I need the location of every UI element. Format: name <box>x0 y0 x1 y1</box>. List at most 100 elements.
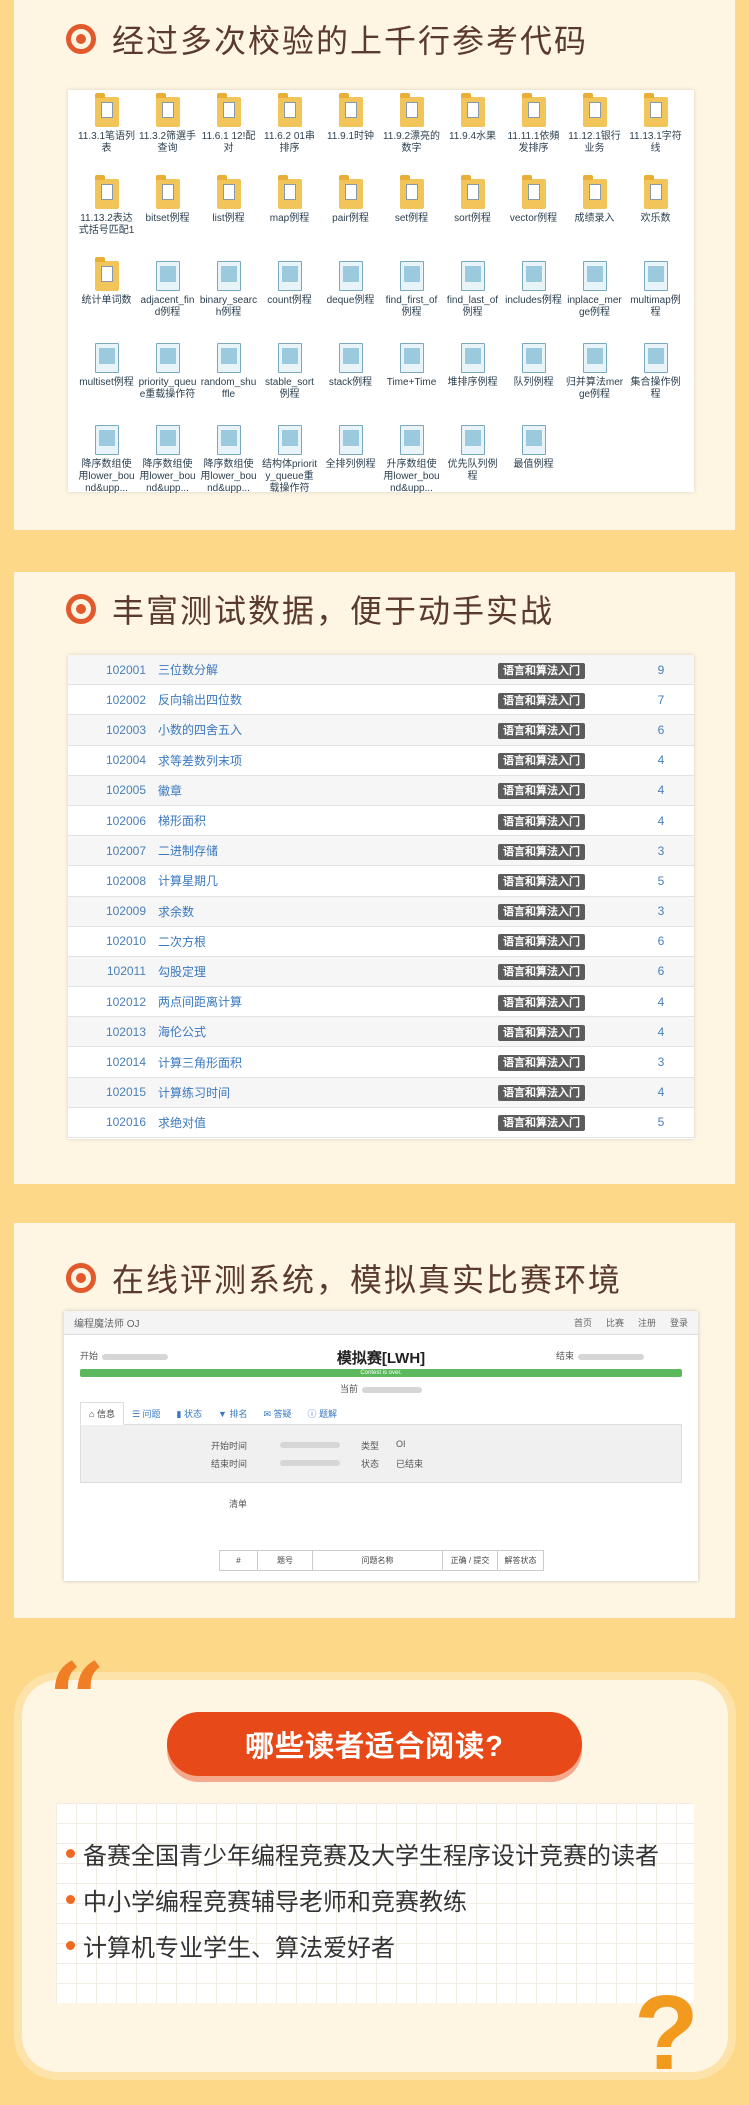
tag-badge[interactable]: 语言和算法入门 <box>498 964 585 981</box>
problem-id[interactable]: 102003 <box>68 723 158 737</box>
tag-badge[interactable]: 语言和算法入门 <box>498 662 585 679</box>
table-row[interactable]: 102009 求余数 语言和算法入门 3 <box>68 896 694 927</box>
problem-id[interactable]: 102012 <box>68 995 158 1009</box>
file-item[interactable]: 降序数组使用lower_bound&upp... <box>198 423 259 505</box>
table-row[interactable]: 102007 二进制存储 语言和算法入门 3 <box>68 836 694 867</box>
problem-id[interactable]: 102002 <box>68 693 158 707</box>
table-row[interactable]: 102011 勾股定理 语言和算法入门 6 <box>68 956 694 988</box>
file-item[interactable]: 最值例程 <box>503 423 564 505</box>
file-item[interactable]: adjacent_find例程 <box>137 259 198 341</box>
oj-nav-login[interactable]: 登录 <box>670 1316 688 1329</box>
tag-badge[interactable]: 语言和算法入门 <box>498 1024 585 1041</box>
problem-title[interactable]: 二进制存储 <box>158 842 498 859</box>
tag-badge[interactable]: 语言和算法入门 <box>498 873 585 890</box>
problem-id[interactable]: 102013 <box>68 1025 158 1039</box>
problem-id[interactable]: 102016 <box>68 1115 158 1129</box>
file-item[interactable]: priority_queue重载操作符 <box>137 341 198 423</box>
tag-badge[interactable]: 语言和算法入门 <box>498 692 585 709</box>
file-item[interactable]: 优先队列例程 <box>442 423 503 505</box>
tag-badge[interactable]: 语言和算法入门 <box>498 843 585 860</box>
problem-title[interactable]: 徽章 <box>158 782 498 799</box>
table-row[interactable]: 102002 反向输出四位数 语言和算法入门 7 <box>68 685 694 716</box>
file-item[interactable]: 11.13.1字符线 <box>625 93 686 177</box>
oj-brand[interactable]: 编程魔法师 OJ <box>74 1315 560 1330</box>
oj-tab-clarify[interactable]: ✉ 答疑 <box>255 1403 299 1424</box>
file-item[interactable]: vector例程 <box>503 175 564 259</box>
file-item[interactable]: multiset例程 <box>76 341 137 423</box>
problem-id[interactable]: 102008 <box>68 874 158 888</box>
problem-id[interactable]: 102004 <box>68 753 158 767</box>
file-item[interactable]: list例程 <box>198 175 259 259</box>
file-item[interactable]: 11.6.1 12!配对 <box>198 93 259 177</box>
table-row[interactable]: 102006 梯形面积 语言和算法入门 4 <box>68 806 694 837</box>
table-row[interactable]: 102008 计算星期几 语言和算法入门 5 <box>68 866 694 897</box>
oj-tab-problems[interactable]: ☰ 问题 <box>124 1403 169 1424</box>
file-item[interactable]: 11.13.2表达式括号匹配1 <box>76 175 137 259</box>
oj-tab-status[interactable]: ▮ 状态 <box>169 1403 210 1424</box>
problem-title[interactable]: 小数的四舍五入 <box>158 721 498 738</box>
problem-title[interactable]: 求等差数列末项 <box>158 752 498 769</box>
file-item[interactable]: 升序数组使用lower_bound&upp... <box>381 423 442 505</box>
tag-badge[interactable]: 语言和算法入门 <box>498 813 585 830</box>
file-item[interactable]: count例程 <box>259 259 320 341</box>
table-row[interactable]: 102003 小数的四舍五入 语言和算法入门 6 <box>68 715 694 746</box>
file-item[interactable]: 降序数组使用lower_bound&upp... <box>76 423 137 505</box>
table-row[interactable]: 102001 三位数分解 语言和算法入门 9 <box>68 655 694 686</box>
file-item[interactable]: random_shuffle <box>198 341 259 423</box>
problem-title[interactable]: 反向输出四位数 <box>158 691 498 708</box>
problem-title[interactable]: 梯形面积 <box>158 812 498 829</box>
file-item[interactable]: deque例程 <box>320 259 381 341</box>
file-item[interactable]: includes例程 <box>503 259 564 341</box>
file-item[interactable]: 成绩录入 <box>564 175 625 259</box>
table-row[interactable]: 102012 两点间距离计算 语言和算法入门 4 <box>68 987 694 1018</box>
table-row[interactable]: 102004 求等差数列末项 语言和算法入门 4 <box>68 746 694 776</box>
file-item[interactable]: 11.9.2漂亮的数字 <box>381 93 442 177</box>
problem-id[interactable]: 102011 <box>68 964 158 978</box>
file-item[interactable]: 11.3.1笔语列表 <box>76 93 137 177</box>
tag-badge[interactable]: 语言和算法入门 <box>498 934 585 951</box>
file-item[interactable]: map例程 <box>259 175 320 259</box>
problem-title[interactable]: 求绝对值 <box>158 1114 498 1131</box>
tag-badge[interactable]: 语言和算法入门 <box>498 722 585 739</box>
oj-tab-info[interactable]: ⌂ 信息 <box>80 1402 124 1425</box>
problem-id[interactable]: 102005 <box>68 783 158 797</box>
file-item[interactable]: 队列例程 <box>503 341 564 423</box>
problem-title[interactable]: 二次方根 <box>158 933 498 950</box>
problem-title[interactable]: 求余数 <box>158 903 498 920</box>
file-item[interactable]: stack例程 <box>320 341 381 423</box>
problem-title[interactable]: 计算三角形面积 <box>158 1054 498 1071</box>
problem-id[interactable]: 102007 <box>68 844 158 858</box>
file-item[interactable]: 降序数组使用lower_bound&upp... <box>137 423 198 505</box>
oj-nav-contest[interactable]: 比赛 <box>606 1316 624 1329</box>
problem-title[interactable]: 海伦公式 <box>158 1023 498 1040</box>
table-row[interactable]: 102015 计算练习时间 语言和算法入门 4 <box>68 1077 694 1108</box>
problem-title[interactable]: 勾股定理 <box>158 963 498 980</box>
file-item[interactable]: sort例程 <box>442 175 503 259</box>
file-item[interactable]: Time+Time <box>381 341 442 423</box>
file-item[interactable]: 11.9.4水果 <box>442 93 503 177</box>
problem-id[interactable]: 102015 <box>68 1085 158 1099</box>
tag-badge[interactable]: 语言和算法入门 <box>498 753 585 770</box>
file-item[interactable]: bitset例程 <box>137 175 198 259</box>
problem-title[interactable]: 两点间距离计算 <box>158 993 498 1010</box>
tag-badge[interactable]: 语言和算法入门 <box>498 1085 585 1102</box>
problem-id[interactable]: 102001 <box>68 663 158 677</box>
tag-badge[interactable]: 语言和算法入门 <box>498 994 585 1011</box>
file-item[interactable]: binary_search例程 <box>198 259 259 341</box>
file-item[interactable]: 11.9.1时钟 <box>320 93 381 177</box>
file-item[interactable]: set例程 <box>381 175 442 259</box>
file-item[interactable]: pair例程 <box>320 175 381 259</box>
problem-id[interactable]: 102010 <box>68 934 158 948</box>
table-row[interactable]: 102010 二次方根 语言和算法入门 6 <box>68 927 694 957</box>
file-item[interactable]: 结构体priority_queue重载操作符 <box>259 423 320 505</box>
table-row[interactable]: 102016 求绝对值 语言和算法入门 5 <box>68 1108 694 1138</box>
oj-nav-home[interactable]: 首页 <box>574 1316 592 1329</box>
file-item[interactable]: 11.11.1依頻发排序 <box>503 93 564 177</box>
oj-tab-rank[interactable]: ▼ 排名 <box>210 1403 255 1424</box>
file-item[interactable]: 欢乐数 <box>625 175 686 259</box>
tag-badge[interactable]: 语言和算法入门 <box>498 1055 585 1072</box>
file-item[interactable]: stable_sort例程 <box>259 341 320 423</box>
file-item[interactable]: find_last_of例程 <box>442 259 503 341</box>
oj-tab-solution[interactable]: ⓘ 题解 <box>300 1403 346 1424</box>
problem-title[interactable]: 计算练习时间 <box>158 1084 498 1101</box>
